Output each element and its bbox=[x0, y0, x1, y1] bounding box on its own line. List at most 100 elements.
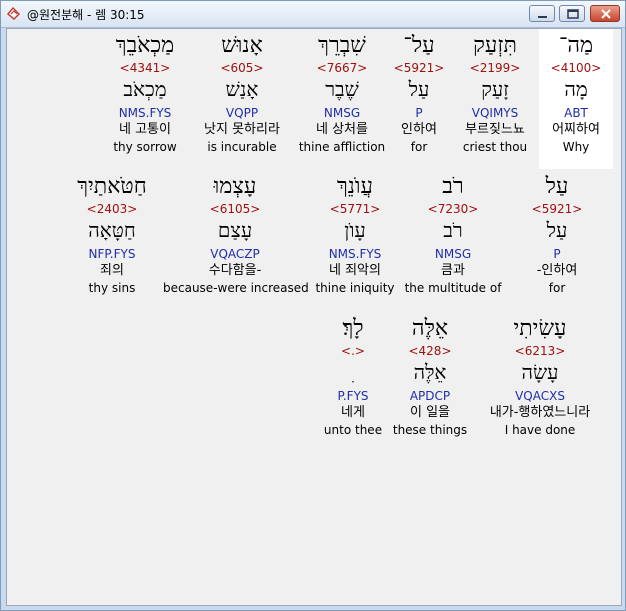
strong-number[interactable]: <5921> bbox=[391, 61, 447, 75]
strong-number[interactable]: <4341> bbox=[105, 61, 185, 75]
strong-number[interactable]: <605> bbox=[192, 61, 292, 75]
morphology: VQPP bbox=[225, 106, 259, 120]
strong-number[interactable]: <4100> bbox=[539, 61, 613, 75]
word-column[interactable]: שִׁבְרֵךְ <7667> שֶׁבֶר NMSG 네 상처를 thine… bbox=[297, 33, 387, 155]
lemma: עָוֺן bbox=[344, 218, 366, 242]
word-column[interactable]: מַה־ <4100> מָה ABT 어찌하여 Why bbox=[539, 33, 613, 155]
english-gloss: because-were increased bbox=[163, 281, 309, 295]
morphology: VQACZP bbox=[210, 247, 260, 261]
minimize-button[interactable] bbox=[529, 5, 555, 22]
word-column[interactable]: אָנוּשׁ <605> אָנַשׁ VQPP 낫지 못하리라 is inc… bbox=[192, 33, 292, 155]
lemma: רֹב bbox=[443, 218, 463, 242]
strong-number[interactable]: <.> bbox=[320, 344, 386, 358]
word-column[interactable]: עָצְמוּ <6105> עָצַם VQACZP 수다함을- becaus… bbox=[163, 174, 309, 296]
hebrew-word: אֵלֶּה bbox=[411, 316, 449, 341]
morphology: P bbox=[553, 247, 561, 261]
english-gloss: Why bbox=[562, 140, 590, 154]
hebrew-word: מַה־ bbox=[558, 33, 594, 58]
korean-gloss: 수다함을- bbox=[208, 263, 262, 278]
morphology: P.FYS bbox=[337, 389, 369, 403]
hebrew-word: לָךְ׃ bbox=[342, 316, 364, 341]
word-column[interactable]: תִּזְעַק <2199> זָעַק VQIMYS 부르짖느뇨 cries… bbox=[455, 33, 535, 155]
maximize-icon bbox=[567, 9, 579, 19]
korean-gloss: -인하여 bbox=[536, 263, 578, 278]
strong-number[interactable]: <5771> bbox=[310, 202, 400, 216]
lemma: מַכְאֹב bbox=[123, 77, 167, 101]
korean-gloss: 네게 bbox=[341, 405, 365, 420]
title-bar[interactable]: @원전분해 - 렘 30:15 bbox=[1, 1, 625, 28]
english-gloss: unto thee bbox=[323, 423, 383, 437]
english-gloss: thine iniquity bbox=[315, 281, 395, 295]
word-column[interactable]: לָךְ׃ <.> ִ P.FYS 네게 unto thee bbox=[320, 316, 386, 438]
strong-number[interactable]: <2199> bbox=[455, 61, 535, 75]
word-column[interactable]: אֵלֶּה <428> אֵלֶּה APDCP 이 일을 these thi… bbox=[390, 316, 470, 438]
strong-number[interactable]: <7230> bbox=[403, 202, 503, 216]
lemma: עַל bbox=[408, 77, 430, 101]
english-gloss: the multitude of bbox=[404, 281, 502, 295]
lemma: חַטָּאָה bbox=[88, 218, 136, 242]
maximize-button[interactable] bbox=[559, 5, 585, 22]
strong-number[interactable]: <7667> bbox=[297, 61, 387, 75]
korean-gloss: 네 고통이 bbox=[119, 122, 171, 137]
korean-gloss: 인하여 bbox=[401, 122, 437, 137]
english-gloss: thine affliction bbox=[298, 140, 386, 154]
hebrew-word: עָשִׂיתִי bbox=[513, 316, 567, 341]
korean-gloss: 부르짖느뇨 bbox=[465, 122, 525, 137]
strong-number[interactable]: <5921> bbox=[523, 202, 591, 216]
word-column[interactable]: חַטֹּאתַיִךְ <2403> חַטָּאָה NFP.FYS 죄의 … bbox=[67, 174, 157, 296]
morphology: NMSG bbox=[323, 106, 361, 120]
morphology: NMS.FYS bbox=[118, 106, 172, 120]
korean-gloss: 어찌하여 bbox=[552, 122, 600, 137]
lemma: ִ bbox=[320, 360, 386, 388]
app-window: @원전분해 - 렘 30:15 מַה־ <4100> מָה ABT 어찌하여… bbox=[0, 0, 626, 611]
english-gloss: thy sins bbox=[88, 281, 136, 295]
lemma: עַל bbox=[546, 218, 568, 242]
korean-gloss: 큼과 bbox=[441, 263, 465, 278]
morphology: VQIMYS bbox=[471, 106, 519, 120]
strong-number[interactable]: <428> bbox=[390, 344, 470, 358]
hebrew-word: רֹב bbox=[442, 174, 464, 199]
english-gloss: for bbox=[410, 140, 428, 154]
word-column[interactable]: עָשִׂיתִי <6213> עָשָׂה VQACXS 내가-행하였느니라… bbox=[475, 316, 605, 438]
morphology: P bbox=[415, 106, 423, 120]
strong-number[interactable]: <2403> bbox=[67, 202, 157, 216]
window-title: @원전분해 - 렘 30:15 bbox=[27, 8, 145, 22]
minimize-icon bbox=[538, 16, 547, 18]
hebrew-word: שִׁבְרֵךְ bbox=[318, 33, 366, 58]
hebrew-word: עֲוֺנֵךְ bbox=[336, 174, 374, 199]
lemma: מָה bbox=[564, 77, 588, 101]
close-button[interactable] bbox=[590, 5, 620, 22]
hebrew-word: תִּזְעַק bbox=[473, 33, 517, 58]
verse-analysis-panel: מַה־ <4100> מָה ABT 어찌하여 Why תִּזְעַק <2… bbox=[6, 28, 622, 606]
english-gloss: for bbox=[548, 281, 566, 295]
close-icon bbox=[601, 9, 611, 19]
hebrew-word: מַכְאֹבֵךְ bbox=[115, 33, 175, 58]
word-column[interactable]: מַכְאֹבֵךְ <4341> מַכְאֹב NMS.FYS 네 고통이 … bbox=[105, 33, 185, 155]
strong-number[interactable]: <6213> bbox=[475, 344, 605, 358]
hebrew-word: עַל־ bbox=[403, 33, 435, 58]
word-column[interactable]: עֲוֺנֵךְ <5771> עָוֺן NMS.FYS 네 죄악의 thin… bbox=[310, 174, 400, 296]
morphology: NMS.FYS bbox=[328, 247, 382, 261]
word-column[interactable]: עַל <5921> עַל P -인하여 for bbox=[523, 174, 591, 296]
english-gloss: criest thou bbox=[462, 140, 528, 154]
morphology: ABT bbox=[564, 106, 588, 120]
korean-gloss: 낫지 못하리라 bbox=[204, 122, 280, 137]
lemma: אֵלֶּה bbox=[413, 360, 447, 384]
lemma: אָנַשׁ bbox=[225, 77, 259, 101]
morphology: APDCP bbox=[409, 389, 451, 403]
korean-gloss: 네 죄악의 bbox=[329, 263, 381, 278]
app-icon bbox=[7, 6, 20, 20]
english-gloss: thy sorrow bbox=[113, 140, 177, 154]
english-gloss: I have done bbox=[504, 423, 576, 437]
lemma: זָעַק bbox=[481, 77, 509, 101]
word-column[interactable]: עַל־ <5921> עַל P 인하여 for bbox=[391, 33, 447, 155]
hebrew-word: אָנוּשׁ bbox=[221, 33, 263, 58]
hebrew-word: עָצְמוּ bbox=[213, 174, 257, 199]
strong-number[interactable]: <6105> bbox=[163, 202, 307, 216]
morphology: VQACXS bbox=[515, 389, 565, 403]
korean-gloss: 이 일을 bbox=[409, 405, 450, 420]
lemma: עָצַם bbox=[217, 218, 253, 242]
morphology: NFP.FYS bbox=[88, 247, 136, 261]
korean-gloss: 네 상처를 bbox=[316, 122, 368, 137]
word-column[interactable]: רֹב <7230> רֹב NMSG 큼과 the multitude of bbox=[403, 174, 503, 296]
